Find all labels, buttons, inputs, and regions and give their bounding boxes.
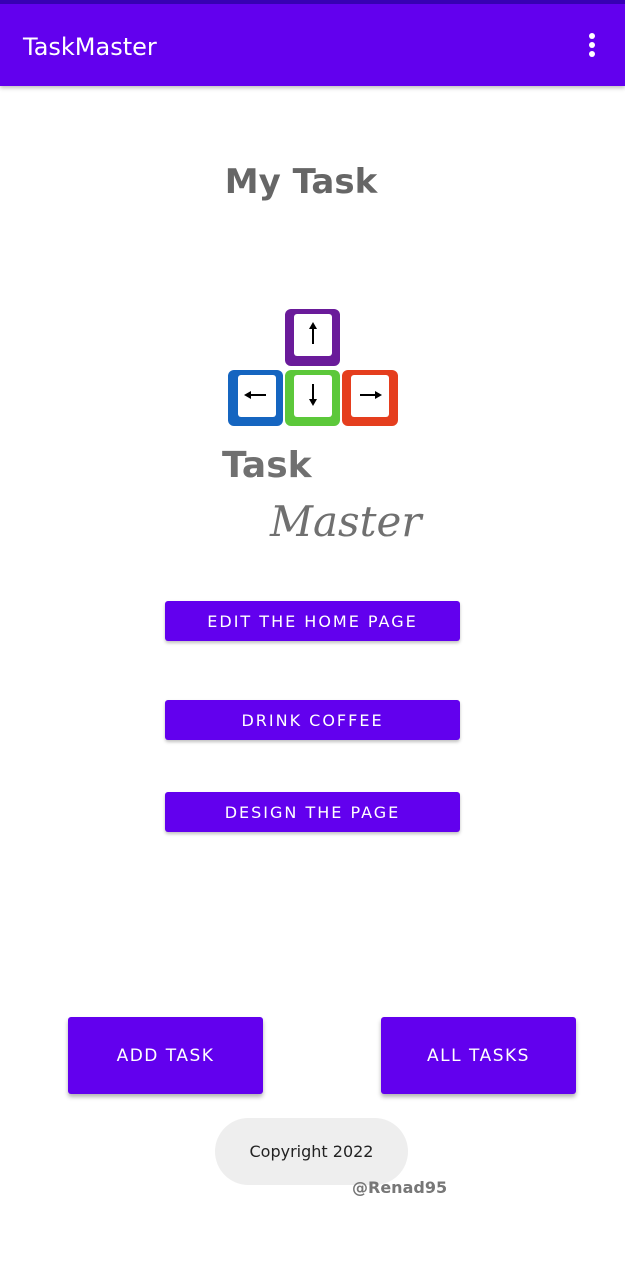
down-arrow-key-icon [285, 370, 340, 426]
task-button-design-page[interactable]: DESIGN THE PAGE [165, 792, 460, 832]
all-tasks-button[interactable]: ALL TASKS [381, 1017, 576, 1094]
overflow-menu-icon[interactable] [577, 29, 607, 61]
task-button-edit-home-page[interactable]: EDIT THE HOME PAGE [165, 601, 460, 641]
left-arrow-key-icon [228, 370, 283, 426]
copyright-toast: Copyright 2022 [215, 1118, 408, 1185]
logo-word-master: Master [269, 497, 424, 545]
taskmaster-logo: Task Master [222, 309, 424, 545]
app-title: TaskMaster [23, 33, 157, 61]
author-handle: @Renad95 [352, 1178, 448, 1197]
up-arrow-key-icon [285, 309, 340, 366]
add-task-button[interactable]: ADD TASK [68, 1017, 263, 1094]
app-bar: TaskMaster [0, 0, 625, 86]
page-title: My Task [224, 162, 378, 202]
logo-word-task: Task [222, 445, 313, 486]
right-arrow-key-icon [342, 370, 398, 426]
task-button-drink-coffee[interactable]: DRINK COFFEE [165, 700, 460, 740]
